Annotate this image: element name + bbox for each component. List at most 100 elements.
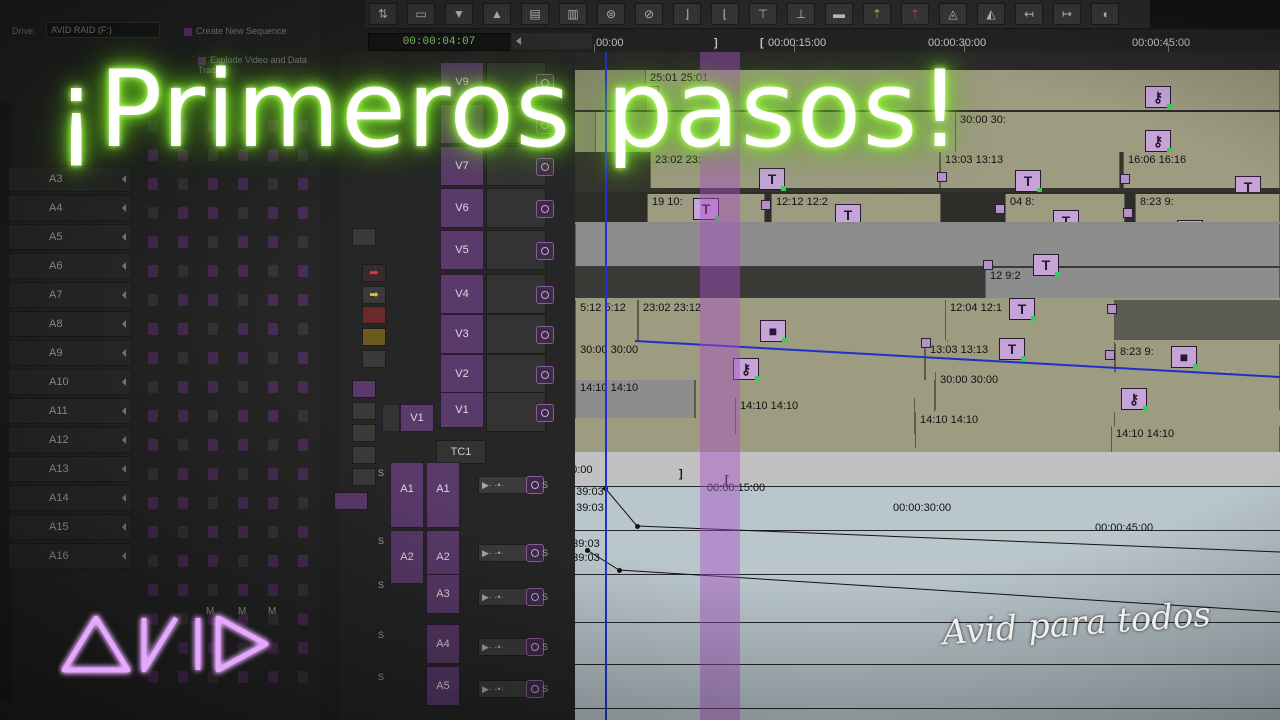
yellow-segment-icon[interactable] [362, 328, 386, 346]
patch-button[interactable] [298, 642, 308, 654]
patch-button[interactable] [208, 178, 218, 190]
trim-alt-icon[interactable]: ◭ [977, 3, 1005, 25]
track-menu-arrow-icon[interactable] [122, 349, 126, 357]
timeline-clip[interactable]: 23:02 23:12 [638, 300, 948, 342]
patch-button[interactable] [298, 323, 308, 335]
patch-button[interactable] [208, 555, 218, 567]
patch-button[interactable] [178, 265, 188, 277]
transition-marker[interactable] [921, 338, 931, 348]
record-track-a5[interactable]: A5 [426, 666, 460, 706]
transition-marker[interactable] [983, 260, 993, 270]
patch-button[interactable] [238, 497, 248, 509]
solo-button[interactable]: S [542, 592, 548, 602]
solo-button[interactable]: S [378, 468, 384, 478]
track-row-a15[interactable]: A15 [8, 514, 132, 540]
transition-marker[interactable] [1105, 350, 1115, 360]
record-track-v2[interactable]: V2 [440, 354, 484, 394]
transition-marker[interactable] [937, 172, 947, 182]
transition-marker[interactable] [761, 200, 771, 210]
tools-icon[interactable]: ⇅ [369, 3, 397, 25]
clear-icon[interactable]: ⊘ [635, 3, 663, 25]
patch-button[interactable] [148, 468, 158, 480]
patch-button[interactable] [178, 352, 188, 364]
track-menu-arrow-icon[interactable] [122, 436, 126, 444]
patch-button[interactable] [238, 439, 248, 451]
patch-button[interactable] [298, 236, 308, 248]
patch-button[interactable] [298, 468, 308, 480]
top-icon[interactable]: ▬ [825, 3, 853, 25]
patch-button[interactable] [238, 555, 248, 567]
solo-button[interactable]: S [378, 536, 384, 546]
timeline-clip[interactable] [575, 224, 1280, 266]
track-menu-arrow-icon[interactable] [122, 378, 126, 386]
track-row-a4[interactable]: A4 [8, 195, 132, 221]
patch-button[interactable] [148, 381, 158, 393]
patch-button[interactable] [268, 584, 278, 596]
patch-button[interactable] [268, 236, 278, 248]
yellow-arrow-icon[interactable]: ➡ [362, 286, 386, 304]
patch-button[interactable] [268, 294, 278, 306]
patch-button[interactable] [268, 381, 278, 393]
frame-tool-icon[interactable] [362, 350, 386, 368]
solo-button[interactable]: S [542, 684, 548, 694]
patch-button[interactable] [148, 323, 158, 335]
patch-button[interactable] [268, 265, 278, 277]
volume-keyframe-curve[interactable] [575, 452, 1280, 720]
patch-button[interactable] [148, 439, 158, 451]
record-track-a3[interactable]: A3 [426, 574, 460, 614]
patch-button[interactable] [178, 381, 188, 393]
mark-in-icon[interactable]: ⌋ [673, 3, 701, 25]
drive-select[interactable]: AVID RAID (F:) [46, 22, 160, 38]
red-arrow-icon[interactable]: ➡ [362, 264, 386, 282]
record-track-v3[interactable]: V3 [440, 314, 484, 354]
monitor-icon[interactable] [536, 404, 554, 422]
patch-button[interactable] [268, 439, 278, 451]
monitor-icon[interactable] [536, 326, 554, 344]
monitor-icon[interactable] [536, 200, 554, 218]
stop-effect-icon[interactable]: ■ [1171, 346, 1198, 369]
timeline-clip[interactable]: 14:10 14:10 [575, 380, 695, 418]
patch-button[interactable] [208, 323, 218, 335]
patch-button[interactable] [178, 497, 188, 509]
patch-button[interactable] [298, 555, 308, 567]
grid-icon[interactable] [352, 446, 376, 464]
red-segment-icon[interactable] [362, 306, 386, 324]
patch-button[interactable] [238, 468, 248, 480]
extract-icon[interactable]: ⇡ [901, 3, 929, 25]
record-track-v4[interactable]: V4 [440, 274, 484, 314]
key-effect-icon[interactable]: ⚷ [1145, 86, 1172, 109]
keyframe-point[interactable] [635, 524, 640, 529]
title-effect-icon[interactable]: T [1033, 254, 1060, 277]
patch-button[interactable] [268, 555, 278, 567]
track-menu-arrow-icon[interactable] [122, 204, 126, 212]
track-row-a7[interactable]: A7 [8, 282, 132, 308]
timecode-track-header[interactable]: TC1 [436, 440, 486, 464]
video-monitor-small[interactable] [382, 404, 400, 432]
patch-button[interactable] [298, 526, 308, 538]
patch-button[interactable] [178, 178, 188, 190]
overwrite-icon[interactable]: ▤ [521, 3, 549, 25]
down-icon[interactable]: ▼ [445, 3, 473, 25]
patch-button[interactable] [298, 671, 308, 683]
patch-button[interactable] [238, 352, 248, 364]
mark-clip-alt-icon[interactable]: ⊥ [787, 3, 815, 25]
patch-button[interactable] [238, 526, 248, 538]
title-effect-icon[interactable]: T [759, 168, 786, 191]
patch-button[interactable] [238, 584, 248, 596]
timeline-clip[interactable] [1115, 300, 1280, 340]
patch-button[interactable] [178, 555, 188, 567]
solo-button[interactable]: S [542, 642, 548, 652]
patch-button[interactable] [238, 265, 248, 277]
track-menu-arrow-icon[interactable] [122, 320, 126, 328]
track-row-a9[interactable]: A9 [8, 340, 132, 366]
patch-button[interactable] [208, 294, 218, 306]
patch-button[interactable] [208, 410, 218, 422]
splice-icon[interactable]: ▥ [559, 3, 587, 25]
timeline-clip[interactable]: 30:00 30: [955, 112, 1280, 152]
track-menu-arrow-icon[interactable] [122, 552, 126, 560]
transition-marker[interactable] [1123, 208, 1133, 218]
timeline-clip[interactable]: 30:00 30:00 [935, 372, 1280, 410]
patch-button[interactable] [208, 236, 218, 248]
keyframe-point[interactable] [585, 548, 590, 553]
patch-button[interactable] [298, 352, 308, 364]
